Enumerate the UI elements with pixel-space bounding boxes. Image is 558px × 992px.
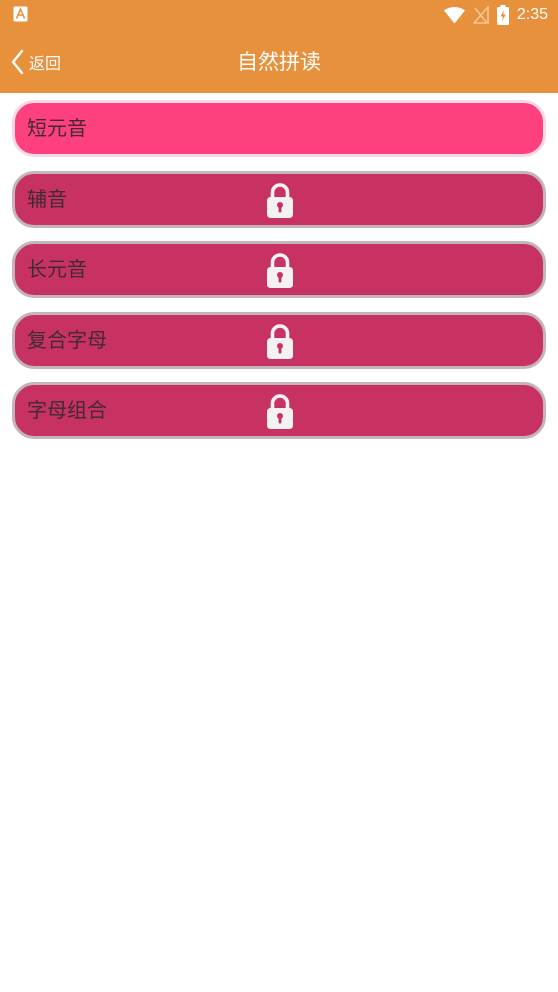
wifi-icon xyxy=(443,6,465,23)
app-notification-icon xyxy=(13,6,28,22)
lesson-label: 复合字母 xyxy=(27,327,107,352)
lock-icon xyxy=(267,182,293,218)
lesson-label: 长元音 xyxy=(27,257,87,281)
lock-icon xyxy=(267,253,293,288)
app-header: 2:35 返回 自然拼读 xyxy=(0,0,558,93)
lesson-item-compound-letters[interactable]: 复合字母 xyxy=(12,311,546,369)
page-title: 自然拼读 xyxy=(237,50,321,74)
lesson-item-letter-combinations[interactable]: 字母组合 xyxy=(12,382,546,439)
lesson-list: 短元音 辅音 长元音 复合字母 字母组合 xyxy=(12,100,546,453)
status-icons: 2:35 xyxy=(443,4,548,26)
lock-icon xyxy=(267,323,293,359)
status-bar: 2:35 xyxy=(0,0,558,30)
lesson-label: 短元音 xyxy=(27,116,87,140)
lesson-item-long-vowels[interactable]: 长元音 xyxy=(12,241,546,298)
nav-bar: 返回 自然拼读 xyxy=(0,30,558,93)
lesson-item-short-vowels[interactable]: 短元音 xyxy=(12,100,546,157)
lesson-label: 字母组合 xyxy=(27,398,107,422)
no-signal-icon xyxy=(472,6,489,24)
lesson-label: 辅音 xyxy=(27,186,67,211)
lesson-item-consonants[interactable]: 辅音 xyxy=(12,170,546,228)
lock-icon xyxy=(267,394,293,429)
battery-charging-icon xyxy=(496,5,509,25)
status-time: 2:35 xyxy=(516,6,548,23)
